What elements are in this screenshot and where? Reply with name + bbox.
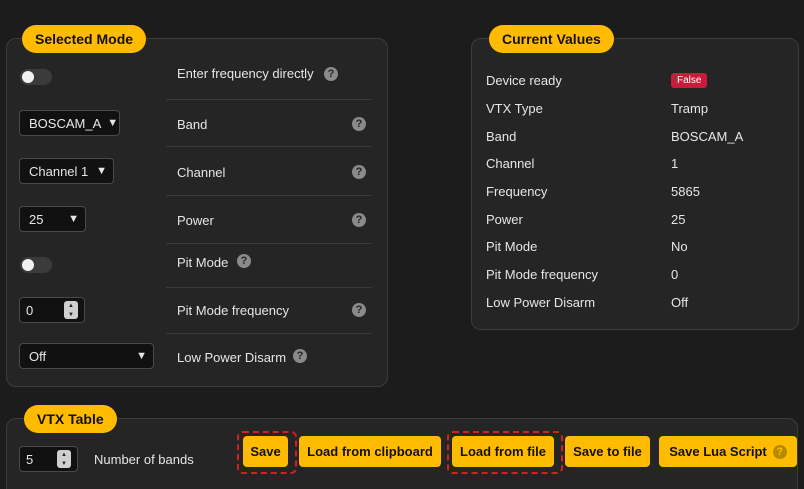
cv-label-band: Band — [486, 129, 517, 144]
chevron-down-icon: ▼ — [107, 117, 119, 129]
cv-value-channel: 1 — [671, 156, 679, 171]
low-power-disarm-select[interactable]: Off ▼ — [19, 343, 154, 369]
freq-direct-toggle[interactable] — [20, 69, 52, 85]
cv-label-frequency: Frequency — [486, 184, 548, 199]
load-clipboard-button[interactable]: Load from clipboard — [299, 436, 441, 467]
channel-help-icon[interactable]: ? — [352, 165, 366, 179]
stepper-icon[interactable]: ▲ ▼ — [57, 450, 71, 468]
bands-count-label: Number of bands — [94, 452, 194, 467]
cv-value-pit-mode-frequency: 0 — [671, 267, 679, 282]
band-label: Band — [177, 117, 208, 132]
power-help-icon[interactable]: ? — [352, 213, 366, 227]
power-select[interactable]: 25 ▼ — [19, 206, 86, 232]
stepper-icon[interactable]: ▲ ▼ — [64, 301, 78, 319]
cv-value-power: 25 — [671, 212, 686, 227]
low-power-disarm-label: Low Power Disarm — [177, 350, 287, 365]
channel-select[interactable]: Channel 1 ▼ — [19, 158, 114, 184]
freq-direct-label: Enter frequency directly — [177, 66, 314, 81]
channel-select-value: Channel 1 — [29, 163, 89, 179]
chevron-down-icon: ▼ — [68, 213, 79, 225]
device-ready-label: Device ready — [486, 73, 562, 88]
bands-count-value: 5 — [26, 451, 34, 467]
cv-label-channel: Channel — [486, 156, 535, 171]
pit-mode-help-icon[interactable]: ? — [237, 254, 251, 268]
pit-freq-input[interactable]: 0 ▲ ▼ — [19, 297, 85, 323]
cv-value-band: BOSCAM_A — [671, 129, 744, 144]
cv-value-frequency: 5865 — [671, 184, 700, 199]
save-lua-label: Save Lua Script — [669, 444, 767, 459]
load-file-button[interactable]: Load from file — [452, 436, 554, 467]
cv-label-low-power-disarm: Low Power Disarm — [486, 295, 596, 310]
cv-value-low-power-disarm: Off — [671, 295, 689, 310]
pit-freq-help-icon[interactable]: ? — [352, 303, 366, 317]
cv-label-power: Power — [486, 212, 523, 227]
cv-label-pit-mode-frequency: Pit Mode frequency — [486, 267, 599, 282]
current-values-title: Current Values — [489, 25, 614, 53]
channel-label: Channel — [177, 165, 226, 180]
cv-value-vtx-type: Tramp — [671, 101, 709, 116]
cv-value-pit-mode: No — [671, 239, 688, 254]
chevron-down-icon: ▼ — [136, 350, 147, 362]
selected-mode-title: Selected Mode — [22, 25, 147, 53]
band-help-icon[interactable]: ? — [352, 117, 366, 131]
power-select-value: 25 — [29, 211, 44, 227]
band-select[interactable]: BOSCAM_A ▼ — [19, 110, 120, 136]
pit-freq-label: Pit Mode frequency — [177, 303, 290, 318]
low-power-disarm-help-icon[interactable]: ? — [293, 349, 307, 363]
pit-mode-toggle[interactable] — [20, 257, 52, 273]
vtx-table-title: VTX Table — [24, 405, 117, 433]
device-ready-badge: False — [671, 73, 708, 88]
save-lua-help-icon[interactable]: ? — [772, 444, 787, 459]
save-file-button[interactable]: Save to file — [565, 436, 650, 467]
power-label: Power — [177, 213, 214, 228]
save-button[interactable]: Save — [243, 436, 288, 467]
pit-freq-value: 0 — [26, 302, 34, 318]
cv-label-pit-mode: Pit Mode — [486, 239, 538, 254]
pit-mode-label: Pit Mode — [177, 255, 229, 270]
band-select-value: BOSCAM_A — [29, 115, 102, 131]
save-lua-button[interactable]: Save Lua Script ? — [659, 436, 797, 467]
freq-direct-help-icon[interactable]: ? — [324, 67, 338, 81]
low-power-disarm-value: Off — [29, 348, 47, 364]
chevron-down-icon: ▼ — [96, 165, 107, 177]
cv-label-vtx-type: VTX Type — [486, 101, 543, 116]
bands-count-input[interactable]: 5 ▲ ▼ — [19, 446, 78, 472]
